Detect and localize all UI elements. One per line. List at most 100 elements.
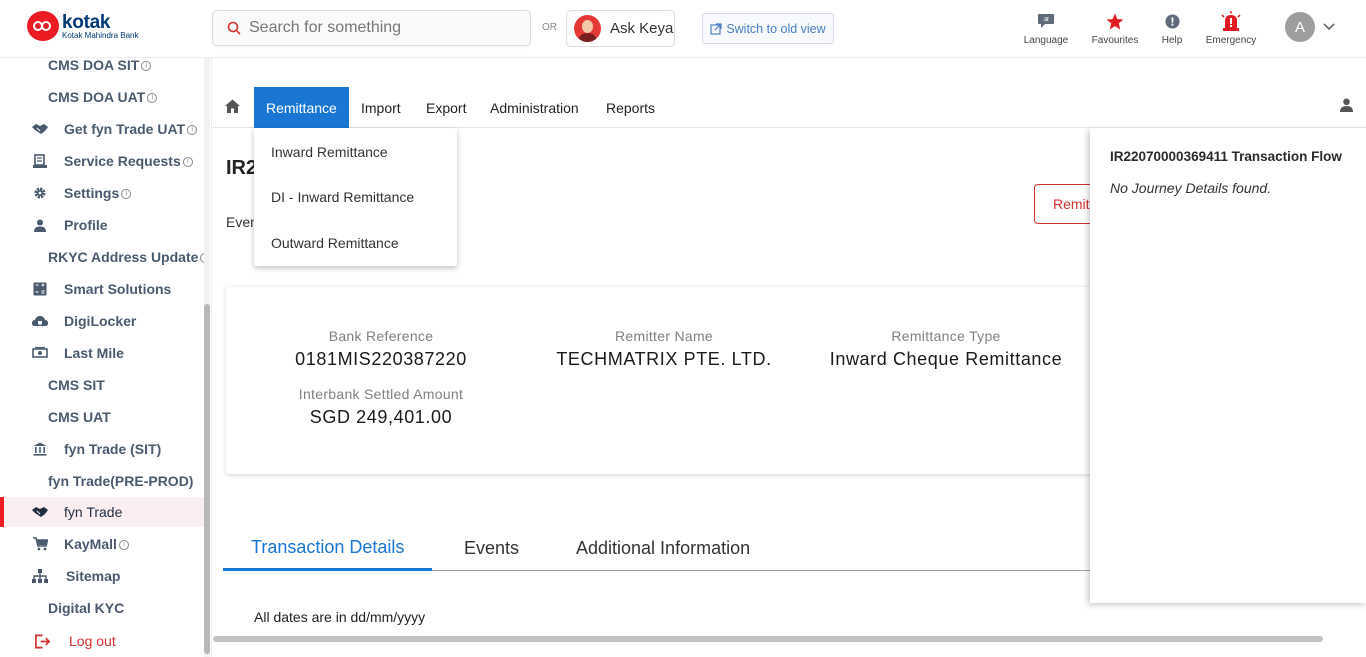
- help-button[interactable]: ! Help: [1158, 10, 1186, 46]
- bank-icon: [32, 441, 48, 457]
- emergency-button[interactable]: Emergency: [1204, 10, 1258, 46]
- sidebar-scrollbar[interactable]: [204, 58, 210, 657]
- sidebar-item-label: fyn Trade (SIT): [64, 441, 162, 457]
- sidebar-item-cms-doa-sit[interactable]: CMS DOA SIT i: [0, 58, 204, 80]
- sidebar-item-fyn-trade-sit[interactable]: fyn Trade (SIT): [0, 434, 204, 464]
- sidebar-item-kaymall[interactable]: KayMall i: [0, 529, 204, 559]
- gear-icon: [32, 185, 48, 201]
- horizontal-scrollbar[interactable]: [213, 636, 1323, 642]
- sidebar-item-last-mile[interactable]: Last Mile: [0, 338, 204, 368]
- menu-item-di-inward-remittance[interactable]: DI - Inward Remittance: [271, 189, 414, 205]
- sidebar-item-service-requests[interactable]: Service Requests i: [0, 146, 204, 176]
- account-button[interactable]: [1340, 98, 1353, 117]
- ask-keya-button[interactable]: Ask Keya: [566, 10, 675, 47]
- remitter-name-label: Remitter Name: [614, 328, 714, 344]
- main-nav: Remittance Import Export Administration …: [213, 87, 1366, 128]
- sidebar-item-cms-doa-uat[interactable]: CMS DOA UAT i: [0, 82, 204, 112]
- top-header: kotak Kotak Mahindra Bank OR Ask Keya Sw…: [0, 0, 1366, 58]
- interbank-amount-label: Interbank Settled Amount: [298, 386, 464, 402]
- nav-administration[interactable]: Administration: [490, 87, 579, 128]
- detail-tabs: Transaction Details Events Additional In…: [223, 526, 1093, 571]
- emergency-icon: [1221, 11, 1241, 31]
- sidebar-item-get-fyn-trade-uat[interactable]: Get fyn Trade UAT i: [0, 114, 204, 144]
- remittance-type-label: Remittance Type: [891, 328, 1001, 344]
- logout-icon: [35, 633, 51, 649]
- sidebar-item-smart-solutions[interactable]: Smart Solutions: [0, 274, 204, 304]
- sidebar-item-digilocker[interactable]: DigiLocker: [0, 306, 204, 336]
- sidebar-item-fyn-trade[interactable]: fyn Trade: [0, 497, 204, 527]
- favourites-button[interactable]: Favourites: [1088, 10, 1142, 46]
- home-icon: [225, 99, 240, 113]
- sidebar-item-label: Get fyn Trade UAT: [64, 121, 186, 137]
- nav-reports[interactable]: Reports: [606, 87, 655, 128]
- interbank-amount-value: SGD 249,401.00: [309, 407, 453, 427]
- handshake-icon: [32, 504, 48, 520]
- sidebar-item-label: Sitemap: [66, 568, 121, 584]
- remittance-type-field: Remittance Type Inward Cheque Remittance: [816, 328, 1076, 370]
- sidebar-item-label: CMS DOA UAT: [48, 89, 146, 105]
- sidebar-item-sitemap[interactable]: Sitemap: [0, 561, 204, 591]
- language-button[interactable]: अ Language: [1022, 10, 1070, 46]
- svg-text:अ: अ: [1043, 16, 1049, 24]
- svg-text:!: !: [1170, 16, 1175, 28]
- tab-additional-information[interactable]: Additional Information: [576, 526, 750, 571]
- emergency-label: Emergency: [1205, 35, 1257, 46]
- nav-export[interactable]: Export: [426, 87, 466, 128]
- help-label: Help: [1161, 35, 1183, 46]
- sidebar-item-label: CMS UAT: [48, 409, 111, 425]
- no-journey-message: No Journey Details found.: [1110, 180, 1272, 196]
- sidebar-item-label: CMS DOA SIT: [48, 58, 140, 73]
- search-input[interactable]: [249, 19, 509, 37]
- sidebar-item-logout[interactable]: Log out: [0, 626, 204, 656]
- sidebar-item-label: Smart Solutions: [64, 281, 172, 297]
- nav-import[interactable]: Import: [361, 87, 401, 128]
- sidebar-item-fyn-trade-pre-prod[interactable]: fyn Trade(PRE-PROD): [0, 466, 204, 496]
- kotak-logo[interactable]: kotak Kotak Mahindra Bank: [27, 11, 139, 41]
- or-separator: OR: [542, 22, 557, 33]
- bank-reference-value: 0181MIS220387220: [295, 349, 467, 369]
- language-label: Language: [1023, 35, 1069, 46]
- sidebar-item-label: Settings: [64, 185, 120, 201]
- sidebar-item-label: fyn Trade: [64, 504, 123, 520]
- brand-subname: Kotak Mahindra Bank: [62, 30, 139, 40]
- sidebar-item-label: Profile: [64, 217, 108, 233]
- search-icon: [227, 21, 241, 35]
- search-box[interactable]: [212, 10, 531, 46]
- menu-item-outward-remittance[interactable]: Outward Remittance: [271, 235, 399, 251]
- user-menu[interactable]: A: [1285, 12, 1335, 42]
- bank-reference-label: Bank Reference: [328, 328, 434, 344]
- cart-icon: [32, 536, 48, 552]
- calculator-icon: [32, 281, 48, 297]
- remittance-type-value: Inward Cheque Remittance: [829, 349, 1063, 369]
- language-icon: अ: [1038, 14, 1054, 28]
- cash-icon: [32, 345, 48, 361]
- home-button[interactable]: [225, 99, 240, 118]
- sidebar-item-cms-uat[interactable]: CMS UAT: [0, 402, 204, 432]
- sidebar-scrollbar-thumb[interactable]: [204, 304, 210, 654]
- sidebar-item-cms-sit[interactable]: CMS SIT: [0, 370, 204, 400]
- tab-events[interactable]: Events: [464, 526, 519, 571]
- handshake-icon: [32, 121, 48, 137]
- document-icon: [32, 153, 48, 169]
- sidebar-item-label: Service Requests: [64, 153, 181, 169]
- star-icon: [1106, 12, 1124, 29]
- tab-transaction-details[interactable]: Transaction Details: [223, 526, 433, 571]
- sidebar-item-settings[interactable]: Settings i: [0, 178, 204, 208]
- sitemap-icon: [32, 568, 48, 584]
- sidebar-item-profile[interactable]: Profile: [0, 210, 204, 240]
- menu-item-inward-remittance[interactable]: Inward Remittance: [271, 144, 388, 160]
- switch-view-button[interactable]: Switch to old view: [702, 13, 834, 44]
- sidebar-item-label: DigiLocker: [64, 313, 137, 329]
- sidebar-item-digital-kyc[interactable]: Digital KYC: [0, 593, 204, 623]
- favourites-label: Favourites: [1091, 35, 1139, 46]
- remitter-name-field: Remitter Name TECHMATRIX PTE. LTD.: [544, 328, 784, 370]
- sidebar-item-label: RKYC Address Update: [48, 249, 199, 265]
- nav-remittance[interactable]: Remittance: [254, 87, 349, 128]
- summary-card: Bank Reference 0181MIS220387220 Remitter…: [226, 287, 1106, 474]
- sidebar-item-rkyc-address-update[interactable]: RKYC Address Updatei: [0, 242, 211, 272]
- sidebar-item-label: Last Mile: [64, 345, 124, 361]
- remitter-name-value: TECHMATRIX PTE. LTD.: [556, 349, 772, 369]
- person-icon: [1340, 98, 1353, 112]
- info-icon: i: [121, 189, 132, 200]
- person-icon: [32, 217, 48, 233]
